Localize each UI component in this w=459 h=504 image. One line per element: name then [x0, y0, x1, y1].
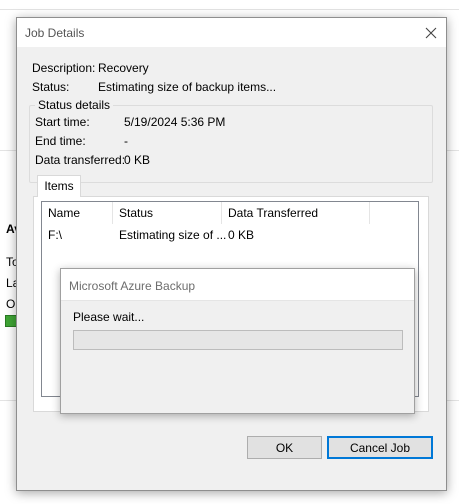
description-label: Description:: [32, 61, 96, 75]
end-time-value: -: [124, 134, 128, 148]
row-name-cell: F:\: [48, 228, 62, 242]
tab-items[interactable]: Items: [37, 175, 81, 197]
column-header-data-transferred[interactable]: Data Transferred: [222, 202, 370, 224]
background-divider: [0, 9, 459, 10]
column-header-name[interactable]: Name: [42, 202, 113, 224]
close-button[interactable]: [416, 18, 446, 48]
job-details-dialog: Job Details Description: Recovery Status…: [16, 17, 447, 491]
status-details-legend: Status details: [35, 98, 114, 112]
status-value: Estimating size of backup items...: [98, 80, 277, 94]
dialog-titlebar: Job Details: [17, 18, 446, 48]
start-time-value: 5/19/2024 5:36 PM: [124, 115, 226, 129]
wait-dialog-title: Microsoft Azure Backup: [69, 279, 196, 293]
close-icon: [425, 27, 437, 39]
start-time-label: Start time:: [35, 115, 90, 129]
end-time-label: End time:: [35, 134, 86, 148]
column-header-status[interactable]: Status: [113, 202, 222, 224]
dialog-title: Job Details: [25, 26, 85, 40]
items-list-header: Name Status Data Transferred: [42, 202, 418, 224]
data-transferred-label: Data transferred:: [35, 153, 126, 167]
description-value: Recovery: [98, 61, 149, 75]
data-transferred-value: 0 KB: [124, 153, 151, 167]
wait-message: Please wait...: [73, 310, 145, 324]
wait-dialog-titlebar: Microsoft Azure Backup: [61, 269, 414, 301]
please-wait-dialog: Microsoft Azure Backup Please wait...: [60, 268, 415, 414]
progress-bar: [73, 330, 403, 350]
row-data-transferred-cell: 0 KB: [228, 228, 255, 242]
ok-button[interactable]: OK: [247, 436, 322, 459]
row-status-cell: Estimating size of ...: [119, 228, 227, 242]
cancel-job-button[interactable]: Cancel Job: [327, 436, 433, 459]
status-label: Status:: [32, 80, 70, 94]
